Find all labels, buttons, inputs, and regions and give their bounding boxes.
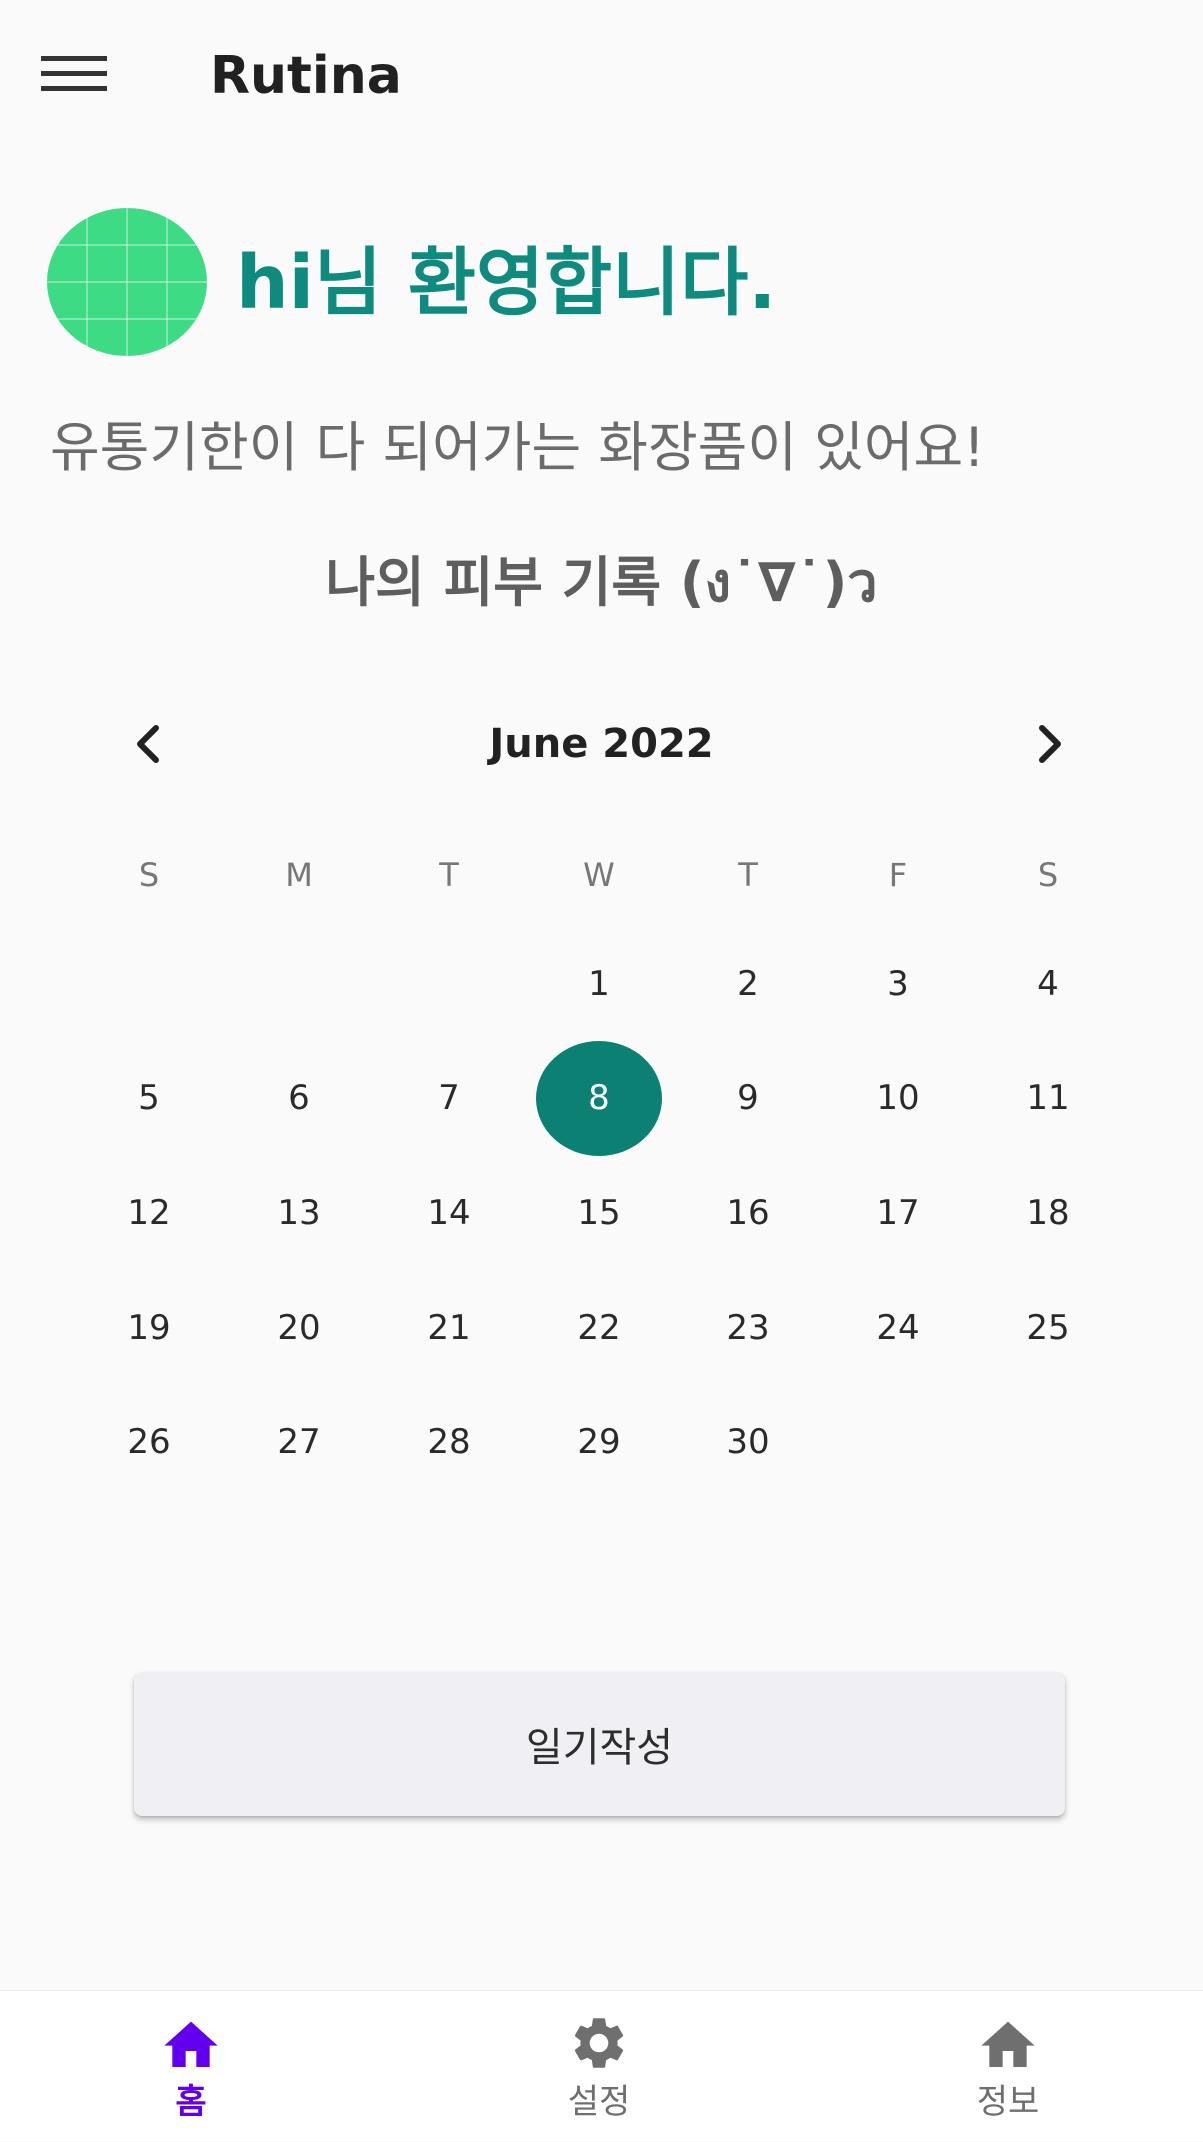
calendar-day [838,1385,958,1500]
weekday-label: F [888,856,908,894]
chevron-right-icon [1039,725,1061,763]
calendar-week: 1 2 3 4 [0,927,1203,1042]
avatar [47,208,207,356]
calendar-day[interactable]: 2 [688,927,808,1042]
calendar-week: 26 27 28 29 30 [0,1385,1203,1500]
calendar-day[interactable]: 12 [89,1156,209,1271]
nav-item-info[interactable]: 정보 [888,1991,1128,2142]
bottom-navigation: 홈 설정 정보 [0,1990,1203,2141]
calendar-day [239,927,359,1042]
calendar-day[interactable]: 20 [239,1271,359,1386]
calendar-day[interactable]: 30 [688,1385,808,1500]
calendar-week: 5 6 7 8 9 10 11 [0,1041,1203,1156]
weekday-header: S M T W T F S [0,818,1203,933]
calendar-day[interactable]: 19 [89,1271,209,1386]
calendar-day[interactable]: 16 [688,1156,808,1271]
calendar-day[interactable]: 29 [539,1385,659,1500]
calendar-day[interactable]: 1 [539,927,659,1042]
calendar-day[interactable]: 10 [838,1041,958,1156]
calendar-day [988,1385,1108,1500]
weekday-label: T [738,856,758,894]
weekday-label: M [285,856,313,894]
calendar: June 2022 S M T W T F S 1 2 3 4 5 6 7 8 … [0,700,1203,1462]
welcome-message: hi님 환영합니다. [236,240,777,326]
calendar-day[interactable]: 18 [988,1156,1108,1271]
calendar-day[interactable]: 28 [389,1385,509,1500]
calendar-day[interactable]: 15 [539,1156,659,1271]
calendar-day[interactable]: 22 [539,1271,659,1386]
calendar-day[interactable]: 11 [988,1041,1108,1156]
calendar-day[interactable]: 24 [838,1271,958,1386]
calendar-header: June 2022 [0,700,1203,790]
calendar-day[interactable]: 4 [988,927,1108,1042]
home-icon [159,2011,223,2075]
calendar-day [89,927,209,1042]
calendar-day [389,927,509,1042]
next-month-button[interactable] [1010,704,1090,784]
calendar-day[interactable]: 25 [988,1271,1108,1386]
gear-icon [567,2011,631,2075]
nav-item-settings[interactable]: 설정 [479,1991,719,2142]
calendar-day[interactable]: 5 [89,1041,209,1156]
avatar-grid-pattern [47,208,207,356]
calendar-day[interactable]: 26 [89,1385,209,1500]
nav-label: 정보 [976,2082,1040,2122]
weekday-label: T [439,856,459,894]
calendar-day[interactable]: 21 [389,1271,509,1386]
weekday-label: W [583,856,615,894]
calendar-day[interactable]: 23 [688,1271,808,1386]
write-diary-button[interactable]: 일기작성 [134,1672,1065,1816]
menu-button[interactable] [26,38,122,110]
app-bar: Rutina [0,0,1203,150]
skin-record-title: 나의 피부 기록 (ง˙∇˙)ว [325,551,878,614]
selected-day-label: 8 [536,1041,662,1156]
calendar-day[interactable]: 17 [838,1156,958,1271]
calendar-day[interactable]: 9 [688,1041,808,1156]
calendar-day[interactable]: 14 [389,1156,509,1271]
nav-label: 홈 [175,2082,207,2122]
calendar-day[interactable]: 7 [389,1041,509,1156]
calendar-week: 19 20 21 22 23 24 25 [0,1271,1203,1386]
calendar-day-selected[interactable]: 8 [536,1041,662,1156]
calendar-day[interactable]: 13 [239,1156,359,1271]
hamburger-menu-icon [41,56,107,91]
calendar-day[interactable]: 6 [239,1041,359,1156]
weekday-label: S [1037,856,1059,894]
home-icon [976,2011,1040,2075]
calendar-day[interactable]: 3 [838,927,958,1042]
app-title: Rutina [210,46,402,106]
nav-label: 설정 [567,2082,631,2122]
expiry-notice: 유통기한이 다 되어가는 화장품이 있어요! [50,416,985,479]
nav-item-home[interactable]: 홈 [71,1991,311,2142]
weekday-label: S [138,856,160,894]
calendar-day[interactable]: 27 [239,1385,359,1500]
calendar-week: 12 13 14 15 16 17 18 [0,1156,1203,1271]
